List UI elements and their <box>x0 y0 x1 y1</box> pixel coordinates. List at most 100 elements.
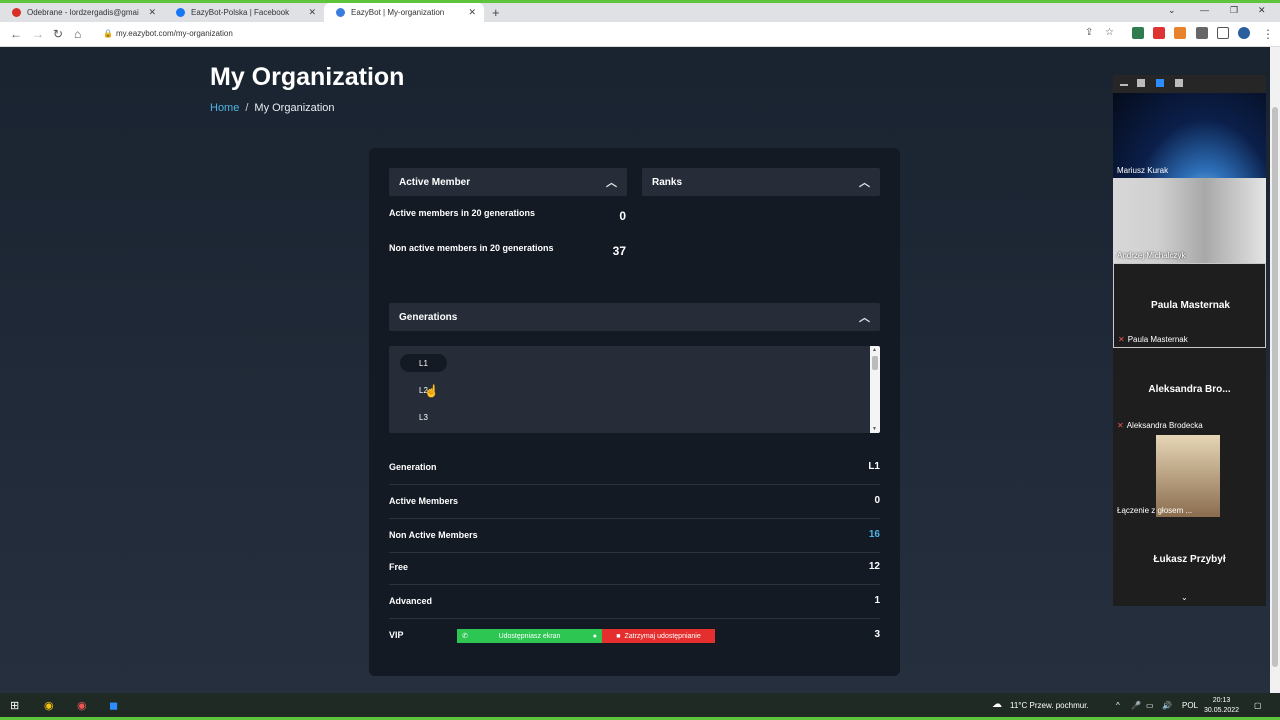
row-label: Active Members <box>389 496 459 506</box>
row-value-link[interactable]: 16 <box>869 529 880 540</box>
view-strip-icon[interactable] <box>1156 79 1164 87</box>
participant-tile[interactable]: Łukasz Przybył ⌄ <box>1113 518 1266 603</box>
view-single-icon[interactable] <box>1137 79 1145 87</box>
tray-chevron-icon[interactable]: ^ <box>1116 701 1120 710</box>
participant-tile-active[interactable]: Paula Masternak ✕ Paula Masternak <box>1113 263 1266 348</box>
non-active-members-value: 37 <box>612 244 626 258</box>
generation-list-scrollbar[interactable]: ▲ ▼ <box>870 346 880 433</box>
breadcrumb-current: My Organization <box>254 102 335 114</box>
extension-icon[interactable] <box>1153 27 1165 39</box>
close-icon[interactable]: ✕ <box>308 7 316 18</box>
stop-sharing-button[interactable]: ■ Zatrzymaj udostępnianie <box>602 629 715 643</box>
windows-taskbar: ⊞ ◉ ◉ ◼ ☁ 11°C Przew. pochmur. ^ 🎤 ▭ 🔊 P… <box>0 693 1280 720</box>
page-scrollbar[interactable] <box>1270 47 1280 693</box>
menu-icon[interactable]: ⋮ <box>1262 27 1274 41</box>
gmail-icon <box>12 8 21 17</box>
grid-view-icon[interactable] <box>1175 79 1183 87</box>
windows-start-icon[interactable]: ⊞ <box>10 699 19 712</box>
scrollbar-thumb[interactable] <box>872 356 878 370</box>
restore-icon[interactable]: ❐ <box>1230 5 1238 16</box>
network-icon[interactable]: ▭ <box>1146 701 1154 710</box>
volume-icon[interactable]: 🔊 <box>1162 701 1172 710</box>
weather-icon: ☁ <box>992 699 1002 710</box>
shield-icon: ● <box>592 632 597 640</box>
minimize-icon[interactable] <box>1120 84 1128 86</box>
forward-icon[interactable]: → <box>32 27 44 41</box>
reload-icon[interactable]: ↻ <box>53 27 63 41</box>
weather-text[interactable]: 11°C Przew. pochmur. <box>1010 701 1089 710</box>
detail-row-advanced: Advanced 1 <box>389 585 880 619</box>
generation-list: L1 L2 L3 ▲ ▼ <box>389 346 880 433</box>
hand-cursor-icon: ☝ <box>424 384 439 398</box>
extensions-puzzle-icon[interactable] <box>1196 27 1208 39</box>
detail-row-active-members: Active Members 0 <box>389 485 880 519</box>
muted-mic-icon: ✕ <box>1118 335 1125 344</box>
bookmark-star-icon[interactable]: ☆ <box>1105 27 1114 38</box>
stop-label: Zatrzymaj udostępnianie <box>624 632 701 640</box>
profile-avatar[interactable] <box>1238 27 1250 39</box>
accordion-title: Generations <box>399 311 458 323</box>
chevron-up-icon: ︿ <box>859 177 870 189</box>
chrome-icon[interactable]: ◉ <box>44 699 54 712</box>
detail-row-free: Free 12 <box>389 551 880 585</box>
url-field[interactable]: my.eazybot.com/my-organization <box>116 29 233 38</box>
facebook-icon <box>176 8 185 17</box>
participant-tile[interactable]: Aleksandra Bro... ✕ Aleksandra Brodecka <box>1113 348 1266 433</box>
zoom-icon[interactable]: ◼ <box>109 699 118 712</box>
meeting-toolbar <box>1113 75 1266 93</box>
participant-big-name: Paula Masternak <box>1151 300 1230 311</box>
row-label: Non Active Members <box>389 530 478 540</box>
home-icon[interactable]: ⌂ <box>74 27 81 41</box>
screen-sharing-indicator[interactable]: ✆ Udostępniasz ekran ● <box>457 629 602 643</box>
generations-accordion-header[interactable]: Generations ︿ <box>389 303 880 331</box>
scroll-down-icon[interactable]: ▼ <box>872 426 877 432</box>
chevron-down-icon[interactable]: ⌄ <box>1181 593 1188 602</box>
scroll-up-icon[interactable]: ▲ <box>872 347 877 353</box>
address-bar: ← → ↻ ⌂ 🔒 my.eazybot.com/my-organization… <box>0 22 1280 47</box>
participant-tile[interactable]: Mariusz Kurak <box>1113 93 1266 178</box>
new-tab-button[interactable]: + <box>492 5 500 20</box>
non-active-members-label: Non active members in 20 generations <box>389 243 554 253</box>
tab-label: EazyBot | My-organization <box>351 8 445 17</box>
row-value: 0 <box>874 495 880 506</box>
close-icon[interactable]: ✕ <box>468 7 476 18</box>
participant-big-name: Łukasz Przybył <box>1153 554 1226 565</box>
row-label: Free <box>389 562 409 572</box>
tab-label: EazyBot-Polska | Facebook <box>191 8 290 17</box>
breadcrumb-home-link[interactable]: Home <box>210 102 239 114</box>
row-value: 3 <box>874 629 880 640</box>
screen-share-bar: ✆ Udostępniasz ekran ● ■ Zatrzymaj udost… <box>457 629 715 643</box>
close-window-icon[interactable]: ✕ <box>1258 5 1266 16</box>
row-label: Advanced <box>389 596 433 606</box>
generation-item-l3[interactable]: L3 <box>400 408 447 426</box>
breadcrumb: Home / My Organization <box>210 102 335 114</box>
close-icon[interactable]: ✕ <box>148 7 156 18</box>
language-indicator[interactable]: POL <box>1182 701 1198 710</box>
participant-tile[interactable]: Andrzej Michalczyk <box>1113 178 1266 263</box>
mic-icon[interactable]: 🎤 <box>1131 701 1141 710</box>
notifications-icon[interactable]: ▢ <box>1254 701 1262 710</box>
share-icon[interactable]: ⇪ <box>1085 27 1093 38</box>
sharing-label: Udostępniasz ekran <box>498 632 561 640</box>
chrome-alt-icon[interactable]: ◉ <box>77 699 87 712</box>
detail-row-non-active-members: Non Active Members 16 <box>389 519 880 553</box>
sidepanel-icon[interactable] <box>1217 27 1229 39</box>
tab-search-icon[interactable]: ⌄ <box>1168 5 1176 16</box>
active-member-accordion-header[interactable]: Active Member ︿ <box>389 168 627 196</box>
ranks-accordion-header[interactable]: Ranks ︿ <box>642 168 880 196</box>
participant-tile[interactable]: Łączenie z głosem ... <box>1113 433 1266 518</box>
participant-name: Paula Masternak <box>1127 335 1188 344</box>
stop-icon: ■ <box>616 632 621 640</box>
minimize-icon[interactable]: — <box>1200 5 1209 15</box>
generation-item-l1[interactable]: L1 <box>400 354 447 372</box>
tab-facebook[interactable]: EazyBot-Polska | Facebook ✕ <box>164 3 324 22</box>
participant-big-name: Aleksandra Bro... <box>1148 384 1231 395</box>
extension-icon[interactable] <box>1132 27 1144 39</box>
metamask-icon[interactable] <box>1174 27 1186 39</box>
scrollbar-thumb[interactable] <box>1272 107 1278 667</box>
row-label: Generation <box>389 462 437 472</box>
tab-gmail[interactable]: Odebrane - lordzergadis@gmai ✕ <box>0 3 164 22</box>
clock[interactable]: 20:13 30.05.2022 <box>1204 696 1239 716</box>
tab-eazybot[interactable]: EazyBot | My-organization ✕ <box>324 3 484 22</box>
back-icon[interactable]: ← <box>10 27 22 41</box>
